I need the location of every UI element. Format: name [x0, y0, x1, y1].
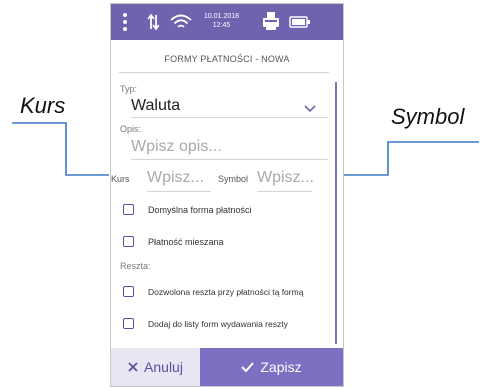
symbol-underline — [257, 191, 312, 192]
kurs-label: Kurs — [111, 174, 130, 184]
printer-icon — [263, 12, 279, 30]
checkbox-box[interactable] — [123, 286, 134, 297]
opis-placeholder: Wpisz opis... — [131, 138, 222, 155]
kurs-input[interactable]: Wpisz... — [147, 166, 211, 192]
status-datetime: 10.01.2018 12:45 — [204, 12, 239, 30]
symbol-placeholder: Wpisz... — [257, 169, 314, 186]
typ-underline — [131, 117, 328, 118]
wifi-icon — [170, 14, 192, 28]
chevron-down-icon — [304, 105, 316, 113]
device-screen: 10.01.2018 12:45 FORMY PŁATNOŚCI - NOWA … — [110, 3, 344, 387]
save-label: Zapisz — [260, 359, 302, 375]
title-divider — [119, 72, 329, 73]
typ-value: Waluta — [131, 97, 181, 114]
page-title: FORMY PŁATNOŚCI - NOWA — [164, 54, 290, 64]
checkbox-label: Dozwolona reszta przy płatności tą formą — [148, 287, 304, 297]
checkbox-default-payment[interactable]: Domyślna forma płatności — [123, 202, 328, 218]
checkbox-label: Domyślna forma płatności — [148, 205, 252, 215]
typ-select[interactable]: Waluta — [119, 92, 328, 118]
status-bar: 10.01.2018 12:45 — [111, 4, 343, 40]
close-icon — [128, 362, 138, 372]
checkbox-box[interactable] — [123, 318, 134, 329]
callout-line-kurs — [12, 122, 124, 183]
check-icon — [241, 362, 255, 372]
reszta-label: Reszta: — [120, 261, 151, 271]
data-transfer-icon — [147, 13, 159, 31]
status-date: 10.01.2018 — [204, 13, 240, 20]
symbol-input[interactable]: Wpisz... — [257, 166, 315, 192]
opis-underline — [131, 159, 328, 160]
status-time: 12:45 — [212, 22, 231, 29]
scrollbar[interactable] — [335, 82, 337, 344]
callout-label-symbol: Symbol — [391, 104, 465, 129]
kurs-underline — [147, 191, 211, 192]
save-button[interactable]: Zapisz — [200, 348, 343, 386]
callout-label-kurs: Kurs — [20, 93, 66, 118]
kurs-placeholder: Wpisz... — [147, 169, 204, 186]
battery-icon — [289, 16, 310, 28]
menu-icon[interactable] — [123, 13, 127, 34]
checkbox-change-allowed[interactable]: Dozwolona reszta przy płatności tą formą — [123, 284, 338, 300]
opis-input[interactable]: Wpisz opis... — [119, 132, 328, 160]
footer-bar: Anuluj Zapisz — [111, 348, 343, 386]
checkbox-mixed-payment[interactable]: Płatność mieszana — [123, 234, 328, 250]
checkbox-box[interactable] — [123, 204, 134, 215]
checkbox-label: Dodaj do listy form wydawania reszty — [148, 319, 288, 329]
cancel-label: Anuluj — [144, 359, 183, 375]
checkbox-label: Płatność mieszana — [148, 237, 224, 247]
checkbox-change-list[interactable]: Dodaj do listy form wydawania reszty — [123, 316, 338, 332]
cancel-button[interactable]: Anuluj — [111, 348, 200, 386]
checkbox-box[interactable] — [123, 236, 134, 247]
symbol-label: Symbol — [218, 174, 249, 184]
